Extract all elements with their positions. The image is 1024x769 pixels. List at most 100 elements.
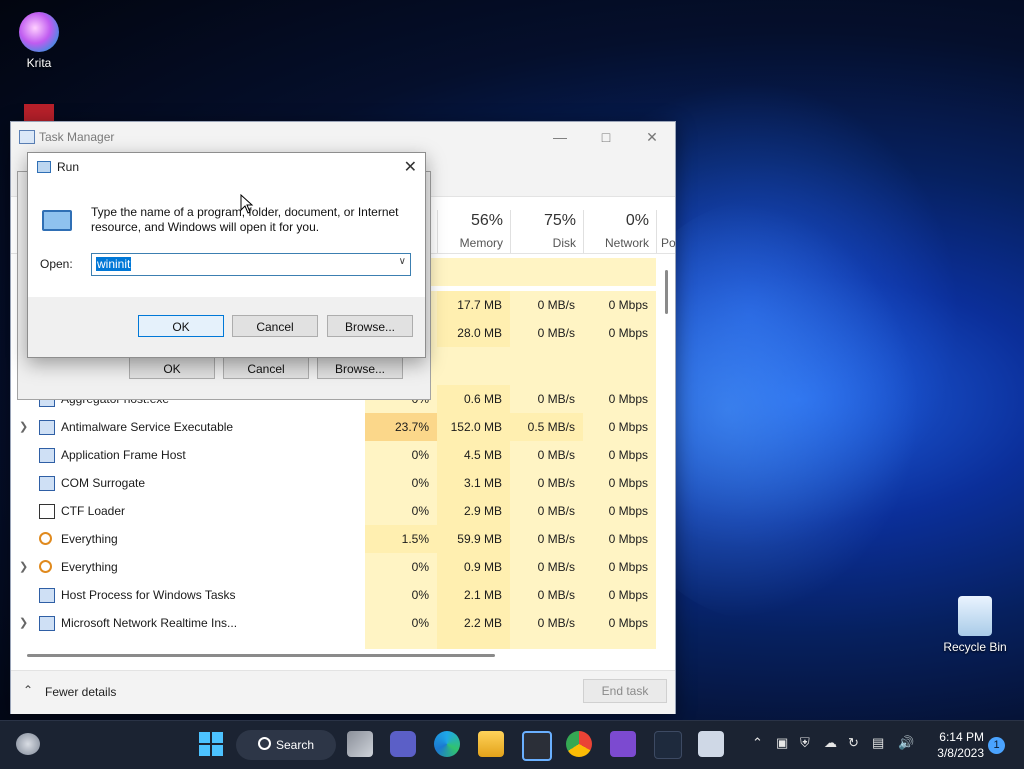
cancel-button-background[interactable]: Cancel bbox=[223, 357, 309, 379]
start-button[interactable] bbox=[198, 731, 224, 757]
weather-icon[interactable] bbox=[16, 733, 40, 755]
disk-value: 0 MB/s bbox=[510, 581, 583, 609]
sync-icon[interactable]: ↻ bbox=[848, 735, 859, 751]
visual-studio-icon[interactable] bbox=[610, 731, 636, 757]
memory-value: 28.0 MB bbox=[437, 319, 510, 347]
expand-chevron-icon[interactable]: ❯ bbox=[19, 560, 29, 573]
memory-label: Memory bbox=[459, 236, 503, 250]
disk-value: 0 MB/s bbox=[510, 441, 583, 469]
edge-icon[interactable] bbox=[434, 731, 460, 757]
desktop-icon-recycle-bin[interactable]: Recycle Bin bbox=[940, 596, 1010, 654]
run-taskbar-icon[interactable] bbox=[654, 731, 682, 759]
table-row[interactable]: ❯ Antimalware Service Executable 23.7% 1… bbox=[11, 413, 675, 441]
usb-icon[interactable]: ▣ bbox=[776, 735, 788, 751]
volume-icon[interactable]: 🔊 bbox=[898, 735, 914, 751]
table-row[interactable]: Everything 1.5% 59.9 MB 0 MB/s 0 Mbps bbox=[11, 525, 675, 553]
memory-value: 152.0 MB bbox=[437, 413, 510, 441]
horizontal-scrollbar[interactable] bbox=[27, 654, 495, 657]
column-header-power[interactable]: Po bbox=[656, 210, 676, 254]
chevron-up-icon[interactable]: ⌃ bbox=[752, 735, 763, 751]
memory-pct: 56% bbox=[470, 212, 503, 229]
minimize-button[interactable]: — bbox=[537, 122, 583, 152]
column-header-disk[interactable]: 75% Disk bbox=[510, 210, 584, 254]
teams-chat-icon[interactable] bbox=[390, 731, 416, 757]
disk-value: 0 MB/s bbox=[510, 609, 583, 637]
run-footer: OK Cancel Browse... bbox=[28, 297, 425, 357]
table-row[interactable]: ❯ Everything 0% 0.9 MB 0 MB/s 0 Mbps bbox=[11, 553, 675, 581]
cpu-value: 0% bbox=[365, 441, 437, 469]
memory-value: 2.2 MB bbox=[437, 609, 510, 637]
desktop-icon-label: Krita bbox=[26, 56, 52, 70]
task-view-icon[interactable] bbox=[347, 731, 373, 757]
expand-chevron-icon[interactable]: ❯ bbox=[19, 616, 29, 629]
task-manager-footer: ⌃ Fewer details End task bbox=[11, 670, 675, 714]
close-button[interactable]: ✕ bbox=[629, 122, 675, 152]
ctf-loader-icon bbox=[39, 504, 55, 519]
taskbar-search[interactable]: Search bbox=[236, 730, 336, 760]
dialog-title: Run bbox=[57, 160, 80, 174]
table-row[interactable]: COM Surrogate 0% 3.1 MB 0 MB/s 0 Mbps bbox=[11, 469, 675, 497]
process-name: Microsoft Network Realtime Ins... bbox=[61, 616, 238, 630]
disk-value: 0 MB/s bbox=[510, 319, 583, 347]
run-dialog: Run ✕ Type the name of a program, folder… bbox=[27, 152, 426, 358]
process-name: Application Frame Host bbox=[61, 448, 186, 462]
everything-icon bbox=[39, 560, 52, 573]
network-value: 0 Mbps bbox=[583, 441, 656, 469]
close-icon[interactable]: ✕ bbox=[404, 157, 417, 177]
chevron-down-icon[interactable]: ∨ bbox=[399, 256, 406, 267]
file-explorer-icon[interactable] bbox=[478, 731, 504, 757]
security-icon[interactable]: ⛨ bbox=[800, 735, 810, 751]
table-row[interactable]: ❯ Microsoft Network Realtime Ins... 0% 2… bbox=[11, 609, 675, 637]
memory-value: 2.1 MB bbox=[437, 581, 510, 609]
memory-value: 17.7 MB bbox=[437, 291, 510, 319]
network-value: 0 Mbps bbox=[583, 291, 656, 319]
fewer-details-link[interactable]: Fewer details bbox=[45, 685, 116, 699]
network-icon[interactable]: ▤ bbox=[872, 735, 884, 751]
network-value: 0 Mbps bbox=[583, 525, 656, 553]
cancel-button[interactable]: Cancel bbox=[232, 315, 318, 337]
run-icon bbox=[37, 161, 51, 173]
table-row[interactable]: CTF Loader 0% 2.9 MB 0 MB/s 0 Mbps bbox=[11, 497, 675, 525]
app-icon bbox=[39, 588, 55, 603]
microsoft-store-icon[interactable] bbox=[522, 731, 552, 761]
notification-badge[interactable]: 1 bbox=[988, 737, 1005, 754]
table-row[interactable]: Host Process for Windows Tasks 0% 2.1 MB… bbox=[11, 581, 675, 609]
column-header-network[interactable]: 0% Network bbox=[583, 210, 657, 254]
task-manager-taskbar-icon[interactable] bbox=[698, 731, 724, 757]
disk-value: 0 MB/s bbox=[510, 385, 583, 413]
clock[interactable]: 6:14 PM 3/8/2023 bbox=[922, 729, 984, 761]
clock-date: 3/8/2023 bbox=[937, 746, 984, 760]
expand-chevron-icon[interactable]: ❯ bbox=[19, 420, 29, 433]
windows-logo-icon bbox=[199, 732, 223, 756]
onedrive-icon[interactable]: ☁ bbox=[824, 735, 837, 751]
recycle-bin-icon bbox=[958, 596, 992, 636]
ok-button-background[interactable]: OK bbox=[129, 357, 215, 379]
maximize-button[interactable]: □ bbox=[583, 122, 629, 152]
end-task-button[interactable]: End task bbox=[583, 679, 667, 703]
desktop-icon-krita[interactable]: Krita bbox=[4, 12, 74, 70]
disk-value: 0.5 MB/s bbox=[510, 413, 583, 441]
disk-pct: 75% bbox=[543, 212, 576, 229]
task-manager-titlebar[interactable]: Task Manager — □ ✕ bbox=[11, 122, 675, 152]
disk-value: 0 MB/s bbox=[510, 497, 583, 525]
run-program-icon bbox=[42, 210, 72, 231]
open-input-value[interactable]: wininit bbox=[96, 257, 132, 271]
disk-label: Disk bbox=[552, 236, 576, 250]
disk-value: 0 MB/s bbox=[510, 553, 583, 581]
open-combobox[interactable]: wininit ∨ bbox=[91, 253, 411, 276]
vertical-scrollbar[interactable] bbox=[665, 270, 668, 314]
run-titlebar[interactable]: Run ✕ bbox=[28, 153, 425, 181]
search-icon bbox=[258, 737, 271, 750]
chrome-icon[interactable] bbox=[566, 731, 592, 757]
app-icon bbox=[39, 616, 55, 631]
column-header-memory[interactable]: 56% Memory bbox=[437, 210, 511, 254]
chevron-up-icon[interactable]: ⌃ bbox=[23, 683, 33, 697]
disk-value: 0 MB/s bbox=[510, 525, 583, 553]
app-icon bbox=[39, 448, 55, 463]
browse-button[interactable]: Browse... bbox=[327, 315, 413, 337]
ok-button[interactable]: OK bbox=[138, 315, 224, 337]
browse-button-background[interactable]: Browse... bbox=[317, 357, 403, 379]
process-name: Antimalware Service Executable bbox=[61, 420, 234, 434]
network-value: 0 Mbps bbox=[583, 469, 656, 497]
table-row[interactable]: Application Frame Host 0% 4.5 MB 0 MB/s … bbox=[11, 441, 675, 469]
